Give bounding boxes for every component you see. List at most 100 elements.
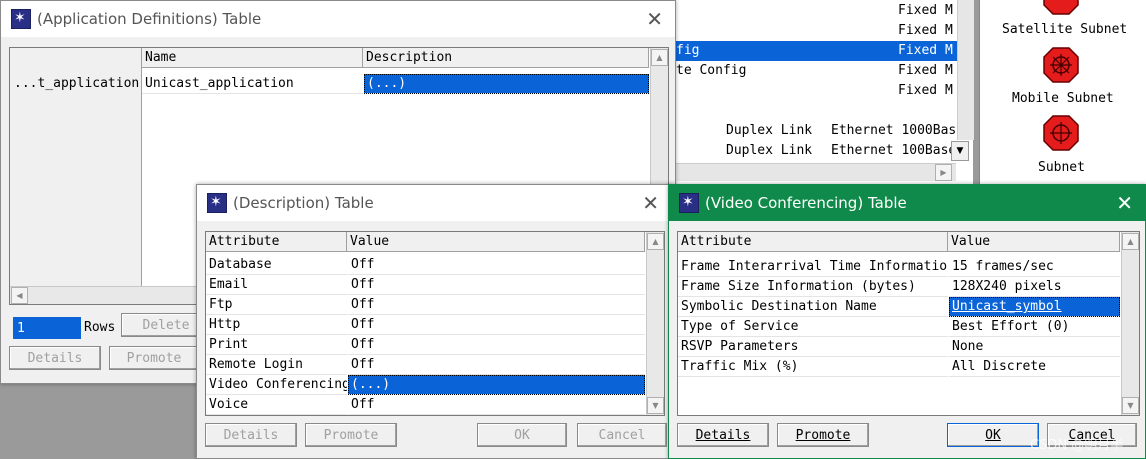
bg-row-right: Fixed M [898,3,953,18]
palette-label: Subnet [1038,160,1085,175]
satellite-subnet-icon [1043,0,1079,15]
bg-row[interactable]: Fixed M [676,1,958,21]
attribute-cell[interactable]: Video Conferencing [206,375,347,395]
app-logo-icon [679,193,699,213]
value-cell[interactable]: (...) [348,375,645,395]
dropdown-arrow-button[interactable]: ▼ [951,141,969,161]
cell-name[interactable]: Unicast_application [142,74,363,94]
attribute-cell[interactable]: Type of Service [678,317,948,337]
palette-item-subnet[interactable]: Subnet [980,112,1140,182]
scroll-up-arrow-icon[interactable]: ▲ [651,49,668,66]
value-cell[interactable]: 15 frames/sec [949,257,1120,277]
ok-button[interactable]: OK [477,423,567,447]
rows-count-input[interactable] [13,317,81,339]
value-cell[interactable]: Off [348,255,645,275]
vertical-scrollbar[interactable]: ▲ ▼ [1121,232,1139,415]
value-cell[interactable]: 128X240 pixels [949,277,1120,297]
attribute-cell[interactable]: Ftp [206,295,347,315]
bg-row-right: Fixed M [898,63,953,78]
attribute-cell[interactable]: Frame Size Information (bytes) [678,277,948,297]
link-name: Duplex Link [726,123,813,138]
column-header-attribute[interactable]: Attribute [678,232,948,252]
scroll-right-arrow-icon[interactable]: ▶ [935,164,952,181]
window-title: (Video Conferencing) Table [705,194,907,212]
scroll-up-arrow-icon[interactable]: ▲ [647,233,664,250]
attribute-cell[interactable]: Http [206,315,347,335]
scroll-down-arrow-icon[interactable]: ▼ [647,397,664,414]
palette-label: Mobile Subnet [1012,91,1114,106]
details-button[interactable]: Details [205,423,297,447]
video-attributes-table: Attribute Value Frame Interarrival Time … [677,231,1140,416]
bg-row-right: Fixed M [898,83,953,98]
app-logo-icon [11,9,31,29]
value-cell[interactable]: Off [348,295,645,315]
cancel-button[interactable]: Cancel [577,423,667,447]
scroll-down-arrow-icon[interactable]: ▼ [1122,397,1139,414]
vertical-scrollbar[interactable]: ▲ ▼ [646,232,664,415]
cell-description[interactable]: (...) [364,74,649,94]
details-button[interactable]: Details [9,346,101,370]
column-header-description[interactable]: Description [363,48,649,68]
close-icon[interactable]: ✕ [642,191,659,215]
attribute-cell[interactable]: Traffic Mix (%) [678,357,948,377]
value-cell[interactable]: Best Effort (0) [949,317,1120,337]
column-header-attribute[interactable]: Attribute [206,232,347,252]
background-attribute-panel: Fixed M Fixed M fig Fixed M te Config Fi… [675,0,974,185]
bg-row-right: Fixed M [898,43,953,58]
value-cell[interactable]: Off [348,335,645,355]
link-type: Ethernet 100Base [831,143,957,158]
scroll-up-arrow-icon[interactable]: ▲ [1122,233,1139,250]
title-bar[interactable]: (Video Conferencing) Table ✕ [669,185,1145,221]
value-cell[interactable]: Off [348,355,645,375]
attribute-cell[interactable]: Voice [206,395,347,415]
bg-row[interactable]: Fixed M [676,81,958,101]
scroll-left-arrow-icon[interactable]: ◀ [11,287,28,304]
bg-row[interactable]: Fixed M [676,21,958,41]
value-cell[interactable]: Off [348,275,645,295]
close-icon[interactable]: ✕ [1116,191,1133,215]
column-header-name[interactable]: Name [142,48,363,68]
palette-item-satellite-subnet[interactable]: Satellite Subnet [980,0,1140,40]
bg-vertical-scrollbar[interactable] [957,0,974,140]
attribute-cell[interactable]: Print [206,335,347,355]
column-header-value[interactable]: Value [948,232,1120,252]
details-button[interactable]: Details [677,423,769,447]
bg-horizontal-scrollbar[interactable]: ▶ [676,163,956,181]
value-cell[interactable]: Unicast_symbol [949,297,1120,317]
title-bar[interactable]: (Application Definitions) Table ✕ [1,1,675,37]
window-title: (Application Definitions) Table [37,10,262,28]
title-bar[interactable]: (Description) Table ✕ [197,185,671,221]
attribute-cell[interactable]: Database [206,255,347,275]
promote-button[interactable]: Promote [305,423,397,447]
link-row[interactable]: Duplex Link Ethernet 100Base [726,141,958,161]
description-attributes-table: Attribute Value Database Off Email Off F… [205,231,665,416]
bg-row-selected[interactable]: fig Fixed M [676,41,958,61]
promote-button[interactable]: Promote [109,346,199,370]
bg-row[interactable]: te Config Fixed M [676,61,958,81]
bg-row-right: Fixed M [898,23,953,38]
close-icon[interactable]: ✕ [646,7,663,31]
column-header-value[interactable]: Value [347,232,645,252]
mobile-subnet-icon [1043,47,1079,83]
attribute-cell[interactable]: RSVP Parameters [678,337,948,357]
palette-item-mobile-subnet[interactable]: Mobile Subnet [980,44,1140,110]
value-cell[interactable]: None [949,337,1120,357]
attribute-cell[interactable]: Remote Login [206,355,347,375]
ok-button[interactable]: OK [947,423,1039,447]
value-cell[interactable]: All Discrete [949,357,1120,377]
bg-row-left: te Config [676,63,747,78]
row-header[interactable]: ...t_application [14,74,139,94]
app-logo-icon [207,193,227,213]
subnet-icon [1043,115,1079,151]
attribute-cell[interactable]: Email [206,275,347,295]
description-table-window: (Description) Table ✕ Attribute Value Da… [196,184,672,459]
value-cell[interactable]: Off [348,315,645,335]
window-title: (Description) Table [233,194,374,212]
link-row[interactable]: Duplex Link Ethernet 1000Bas [726,121,958,141]
promote-button[interactable]: Promote [777,423,869,447]
attribute-cell[interactable]: Frame Interarrival Time Information [678,257,948,277]
attribute-cell[interactable]: Symbolic Destination Name [678,297,948,317]
link-type: Ethernet 1000Bas [831,123,957,138]
value-cell[interactable]: Off [348,395,645,415]
watermark: CSDN @明月半 [1030,438,1124,453]
